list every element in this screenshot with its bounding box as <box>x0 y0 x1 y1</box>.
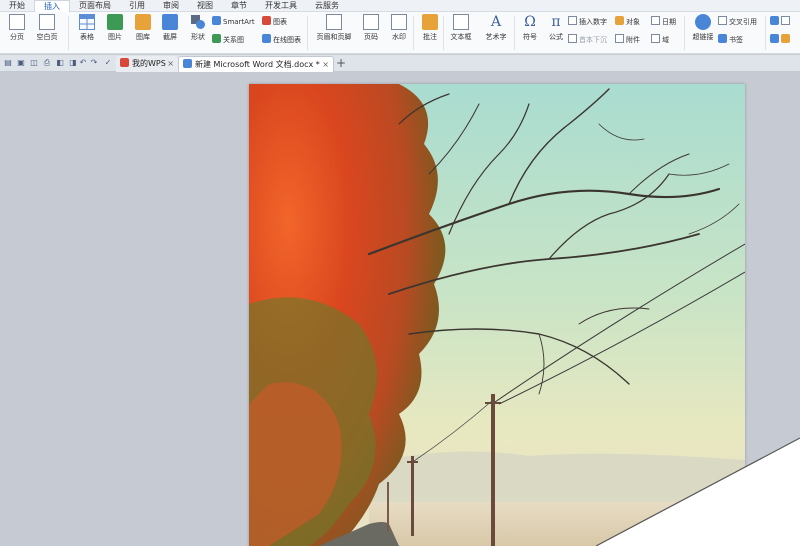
more-tools-button-2[interactable] <box>770 34 792 46</box>
wordart-button[interactable]: A 艺术字 <box>481 12 511 50</box>
table-icon <box>79 14 95 30</box>
cross-reference-button[interactable]: 交叉引用 <box>718 16 757 28</box>
toolbar-icon <box>781 34 790 43</box>
gallery-button[interactable]: 图库 <box>128 12 158 50</box>
tab-my-wps[interactable]: 我的WPS × <box>116 56 178 72</box>
chart-button[interactable]: 图表 <box>262 16 287 28</box>
wordart-icon: A <box>490 14 502 30</box>
pi-icon: π <box>551 14 561 30</box>
textbox-button[interactable]: 文本框 <box>446 12 476 50</box>
globe-icon <box>695 14 711 30</box>
relation-chart-icon <box>212 34 221 43</box>
divider <box>307 16 308 50</box>
smartart-icon <box>212 16 221 25</box>
pin-icon[interactable]: ✓ <box>103 58 113 68</box>
comment-icon <box>422 14 438 30</box>
object-button[interactable]: 对象 <box>615 16 640 28</box>
page-curl-graphic <box>595 437 800 546</box>
field-button[interactable]: 域 <box>651 34 669 46</box>
blank-page-button[interactable]: 空白页 <box>32 12 62 50</box>
insert-ribbon: 分页 空白页 表格 图片 图库 截屏 形状 SmartArt 图表 关系图 在线… <box>0 12 800 54</box>
formula-button[interactable]: π 公式 <box>541 12 571 50</box>
shapes-button[interactable]: 形状 <box>183 12 213 50</box>
bookmark-icon <box>718 34 727 43</box>
export-icon[interactable]: ◫ <box>29 58 39 68</box>
print-icon[interactable]: ⎙ <box>42 58 52 68</box>
page-break-button[interactable]: 分页 <box>2 12 32 50</box>
tab-page-layout[interactable]: 页面布局 <box>70 0 120 12</box>
save-icon[interactable]: ▣ <box>16 58 26 68</box>
picture-button[interactable]: 图片 <box>100 12 130 50</box>
field-icon <box>651 34 660 43</box>
smartart-button[interactable]: SmartArt <box>212 16 255 28</box>
divider <box>68 16 69 50</box>
paperclip-icon <box>615 34 624 43</box>
toolbar-icon <box>770 34 779 43</box>
shapes-icon <box>190 14 206 30</box>
drop-cap-button[interactable]: 首本下沉 <box>568 34 607 46</box>
number-icon <box>568 16 577 25</box>
preview-icon[interactable]: ◧ <box>55 58 65 68</box>
object-icon <box>615 16 624 25</box>
undo-icon[interactable]: ↶ <box>78 58 88 68</box>
more-tools-button[interactable] <box>770 16 792 28</box>
header-footer-button[interactable]: 页眉和页脚 <box>313 12 355 50</box>
screenshot-button[interactable]: 截屏 <box>155 12 185 50</box>
header-footer-icon <box>326 14 342 30</box>
open-icon[interactable]: ▤ <box>3 58 13 68</box>
tab-cloud[interactable]: 云服务 <box>306 0 348 12</box>
close-tab-icon[interactable]: × <box>167 56 174 71</box>
chart-icon <box>262 16 271 25</box>
tab-review[interactable]: 审阅 <box>154 0 188 12</box>
insert-number-button[interactable]: 插入数字 <box>568 16 607 28</box>
redo-icon[interactable]: ↷ <box>89 58 99 68</box>
word-document-icon <box>183 59 192 68</box>
tab-developer[interactable]: 开发工具 <box>256 0 306 12</box>
tab-view[interactable]: 视图 <box>188 0 222 12</box>
tab-insert[interactable]: 插入 <box>34 0 70 12</box>
hyperlink-button[interactable]: 超链接 <box>688 12 718 50</box>
watermark-button[interactable]: 水印 <box>384 12 414 50</box>
divider <box>765 16 766 50</box>
blank-page-icon <box>39 14 55 30</box>
toolbar-icon <box>781 16 790 25</box>
tab-section[interactable]: 章节 <box>222 0 256 12</box>
gallery-icon <box>135 14 151 30</box>
wps-logo-icon <box>120 58 129 67</box>
calendar-icon <box>651 16 660 25</box>
online-chart-button[interactable]: 在线图表 <box>262 34 301 46</box>
new-tab-button[interactable]: + <box>336 57 346 69</box>
page-number-button[interactable]: 页码 <box>356 12 386 50</box>
textbox-icon <box>453 14 469 30</box>
menu-tab-bar: 开始 插入 页面布局 引用 审阅 视图 章节 开发工具 云服务 <box>0 0 800 12</box>
comment-button[interactable]: 批注 <box>415 12 445 50</box>
drop-cap-icon <box>568 34 577 43</box>
divider <box>684 16 685 50</box>
watermark-icon <box>391 14 407 30</box>
document-tab-bar: ▤ ▣ ◫ ⎙ ◧ ◨ ↶ ↷ ✓ 我的WPS × 新建 Microsoft W… <box>0 55 800 72</box>
page-number-icon <box>363 14 379 30</box>
page-break-icon <box>9 14 25 30</box>
format-icon[interactable]: ◨ <box>68 58 78 68</box>
attachment-button[interactable]: 附件 <box>615 34 640 46</box>
picture-icon <box>107 14 123 30</box>
tab-home[interactable]: 开始 <box>0 0 34 12</box>
cross-reference-icon <box>718 16 727 25</box>
tab-references[interactable]: 引用 <box>120 0 154 12</box>
date-button[interactable]: 日期 <box>651 16 676 28</box>
screenshot-icon <box>162 14 178 30</box>
table-button[interactable]: 表格 <box>72 12 102 50</box>
online-chart-icon <box>262 34 271 43</box>
toolbar-icon <box>770 16 779 25</box>
omega-icon: Ω <box>524 14 536 30</box>
divider <box>443 16 444 50</box>
relation-chart-button[interactable]: 关系图 <box>212 34 244 46</box>
bookmark-button[interactable]: 书签 <box>718 34 743 46</box>
divider <box>413 16 414 50</box>
document-workspace <box>0 72 800 546</box>
tab-document[interactable]: 新建 Microsoft Word 文档.docx * × <box>178 56 334 72</box>
close-tab-icon[interactable]: × <box>322 57 329 72</box>
